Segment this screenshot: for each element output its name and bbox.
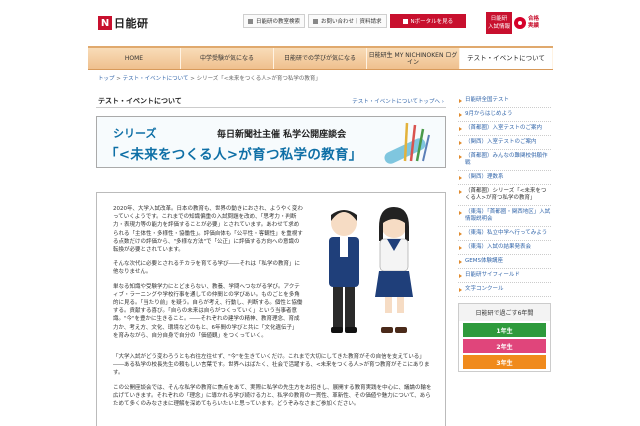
logo[interactable]: N 日能研 [98,16,149,30]
nav-learning[interactable]: 日能研での学びが気になる [274,48,367,69]
grade-1-button[interactable]: 1年生 [463,323,546,337]
paragraph: 単なる知識や受験学力にとどまらない、教養、学問へつながる学び。アクティブ・ラーニ… [113,283,303,339]
nav-exam-interest[interactable]: 中学受験が気になる [181,48,274,69]
logo-mark-icon: N [98,16,112,30]
page-title: テスト・イベントについて [98,96,182,105]
grade-3-button[interactable]: 3年生 [463,355,546,369]
breadcrumb-top[interactable]: トップ [98,76,115,82]
six-years-title: 日能研で過ごす6年間 [459,304,550,321]
sidebar-item[interactable]: （東海）入試の結果発表会 [458,241,551,255]
breadcrumb: トップ > テスト・イベントについて > シリーズ「<未来をつくる人>が育つ私学… [98,74,321,82]
pass-line1: 合格 [528,16,540,22]
article-box: 2020年、大学入試改革。日本の教育も、世界の動きにおされ、ようやく変わっていく… [96,192,446,426]
breadcrumb-current: シリーズ「<未来をつくる人>が育つ私学の教育」 [196,76,321,82]
search-icon [248,18,253,24]
classroom-search-label: 日能研の教室検索 [256,19,301,25]
portal-link[interactable]: Nボータルを見る [389,14,467,28]
exam-info-button[interactable]: 日能研 入試情報 [486,12,512,34]
paragraph: そんな次代に必要とされるチカラを育てる学び――それは「私学の教育」に他なりません… [113,261,301,276]
paragraph: 2020年、大学入試改革。日本の教育も、世界の動きにおされ、ようやく変わっていく… [113,206,303,254]
sidebar-item[interactable]: 日能研サイフィールド [458,269,551,283]
pass-line2: 実績 [528,23,540,29]
sidebar: 日能研全国テスト 9月からはじめよう （首都圏）入室テストのご案内 （関西）入室… [458,94,551,426]
series-banner: シリーズ 毎日新聞社主催 私学公開座談会 「<未来をつくる人>が育つ私学の教育」 [96,116,446,168]
sidebar-item[interactable]: （関西）理数系 [458,171,551,185]
banner-title: 「<未来をつくる人>が育つ私学の教育」 [105,147,363,163]
classroom-search-link[interactable]: 日能研の教室検索 [243,14,306,28]
pass-results-text: 合格 実績 [528,16,539,30]
article-text-upper: 2020年、大学入試改革。日本の教育も、世界の動きにおされ、ようやく変わっていく… [113,205,303,346]
breadcrumb-tests-events[interactable]: テスト・イベントについて [123,76,189,82]
contact-link[interactable]: お問い合わせ｜資料請求 [308,14,387,28]
pass-results-badge[interactable]: 合格 実績 [514,10,550,36]
sidebar-item[interactable]: （首都圏）入室テストのご案内 [458,122,551,136]
section-top-link[interactable]: テスト・イベントについてトップへ › [352,97,444,105]
portal-label: Nボータルを見る [410,19,454,25]
logo-text: 日能研 [114,17,149,30]
portal-icon [402,18,408,24]
breadcrumb-sep: > [188,76,197,82]
sidebar-item[interactable]: 日能研全国テスト [458,94,551,108]
exam-info-line1: 日能研 [490,16,508,22]
breadcrumb-sep: > [114,76,123,82]
section-top-label: テスト・イベントについてトップへ [352,98,441,105]
paragraph: この公開座談会では、そんな私学の教育に焦点をあて、実際に私学の先生方をお招きし、… [113,384,432,408]
sidebar-item[interactable]: （東海）「首都圏・関西地区」入試情報説明会 [458,206,551,227]
pencils-icon [384,122,430,164]
grade-2-button[interactable]: 2年生 [463,339,546,353]
sidebar-item[interactable]: （東海）私立中学へ行ってみよう [458,227,551,241]
paragraph: 「大学入試がどう変わろうとも右往左往せず、"今"を生きていくだけ。これまで大切に… [113,354,430,377]
nav-tests-events[interactable]: テスト・イベントについて [460,48,553,69]
header-links: 日能研の教室検索 お問い合わせ｜資料請求 Nボータルを見る [243,14,467,28]
article-text-lower: 「大学入試がどう変わろうとも右往左往せず、"今"を生きていくだけ。これまで大切に… [113,353,433,414]
nav-home[interactable]: HOME [88,48,181,69]
exam-info-line2: 入試情報 [487,24,510,30]
students-illustration [329,207,413,333]
contact-label: お問い合わせ｜資料請求 [321,19,382,25]
flower-icon [514,17,526,29]
page: N 日能研 日能研の教室検索 お問い合わせ｜資料請求 Nボータルを見る 日能研 … [88,8,553,426]
sidebar-item[interactable]: 9月からはじめよう [458,108,551,122]
sidebar-item[interactable]: 文字コンクール [458,283,551,297]
mail-icon [313,18,319,24]
banner-series: シリーズ [113,127,157,140]
main-content: テスト・イベントについて テスト・イベントについてトップへ › シリーズ 毎日新… [96,94,446,426]
sidebar-item[interactable]: GEMS体験講座 [458,255,551,269]
main-nav: HOME 中学受験が気になる 日能研での学びが気になる 日能研生 MY NICH… [88,46,553,70]
section-header: テスト・イベントについて テスト・イベントについてトップへ › [96,94,446,108]
sidebar-item[interactable]: （首都圏）みんなの難関校併願作戦 [458,150,551,171]
sidebar-item-current[interactable]: （首都圏）シリーズ「<未来をつくる人>が育つ私学の教育」 [458,185,551,206]
banner-sponsor: 毎日新聞社主催 私学公開座談会 [217,130,347,140]
nav-my-nichinoken[interactable]: 日能研生 MY NICHINOKEN ログイン [367,48,460,69]
sidebar-item[interactable]: （関西）入室テストのご案内 [458,136,551,150]
six-years-box: 日能研で過ごす6年間 1年生 2年生 3年生 [458,303,551,372]
site-header: N 日能研 日能研の教室検索 お問い合わせ｜資料請求 Nボータルを見る 日能研 … [88,8,553,42]
